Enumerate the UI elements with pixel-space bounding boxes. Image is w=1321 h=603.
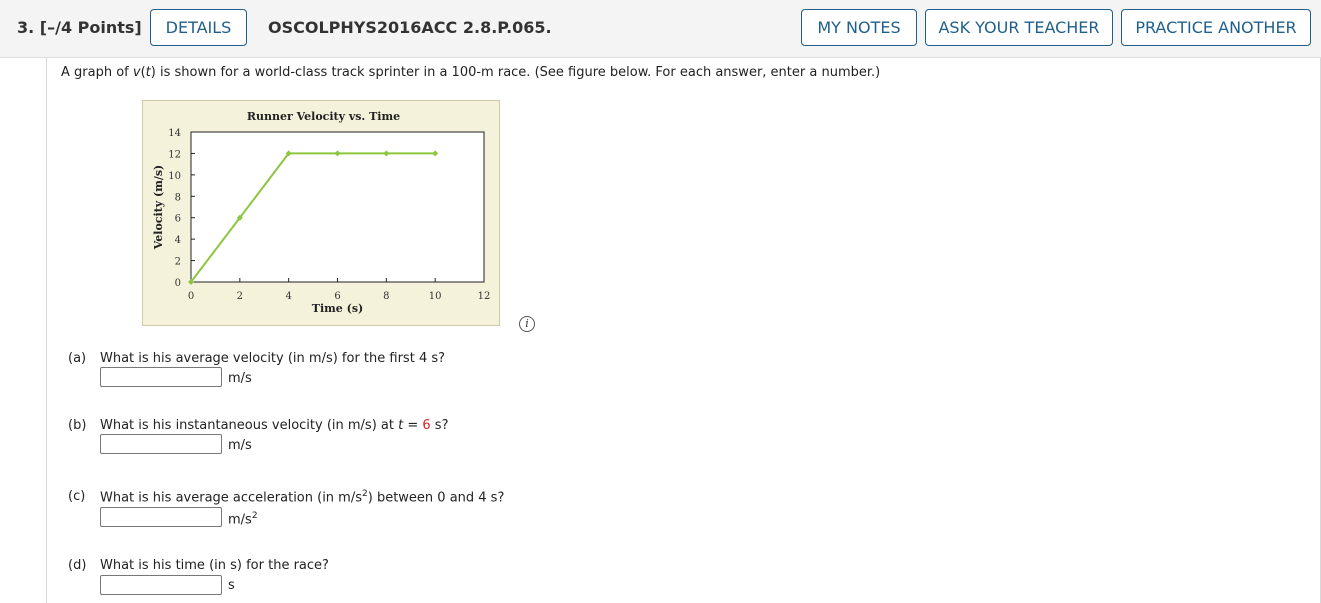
part-a-unit: m/s xyxy=(228,371,252,386)
chart-svg: Runner Velocity vs. Time 0 2 4 6 8 10 12 0 2 4 6 8 10… xyxy=(152,110,491,315)
y-tick-label: 14 xyxy=(168,128,181,139)
part-b-label: (b) xyxy=(68,418,87,433)
practice-another-button[interactable]: PRACTICE ANOTHER xyxy=(1121,9,1311,46)
x-tick-label: 12 xyxy=(478,291,491,302)
x-axis-label: Time (s) xyxy=(312,302,363,315)
question-header: 3. [–/4 Points] DETAILS OSCOLPHYS2016ACC… xyxy=(0,0,1321,58)
y-tick-label: 6 xyxy=(175,214,181,225)
part-b-question: What is his instantaneous velocity (in m… xyxy=(100,418,449,433)
x-tick-label: 4 xyxy=(285,291,291,302)
details-button[interactable]: DETAILS xyxy=(150,9,247,46)
points-label: [–/4 Points] xyxy=(39,18,142,37)
part-a-label: (a) xyxy=(68,351,87,366)
part-c-label: (c) xyxy=(68,489,86,504)
question-intro: A graph of v(t) is shown for a world-cla… xyxy=(61,65,881,80)
part-a-answer-input[interactable] xyxy=(100,367,222,387)
y-tick-label: 4 xyxy=(175,235,181,246)
my-notes-button[interactable]: MY NOTES xyxy=(801,9,917,46)
part-c-unit: m/s2 xyxy=(228,511,258,528)
y-tick-label: 8 xyxy=(175,192,181,203)
x-tick-label: 2 xyxy=(237,291,243,302)
y-tick-label: 2 xyxy=(175,257,181,268)
x-tick-label: 6 xyxy=(334,291,340,302)
part-d-unit: s xyxy=(228,578,235,593)
part-d-answer-input[interactable] xyxy=(100,575,222,595)
y-tick-label: 10 xyxy=(168,171,181,182)
y-axis-label: Velocity (m/s) xyxy=(152,165,165,250)
part-b-unit: m/s xyxy=(228,438,252,453)
part-a-question: What is his average velocity (in m/s) fo… xyxy=(100,351,446,366)
x-tick-label: 0 xyxy=(188,291,194,302)
x-tick-label: 10 xyxy=(429,291,442,302)
y-tick-label: 0 xyxy=(175,278,181,289)
chart-title: Runner Velocity vs. Time xyxy=(247,110,400,123)
question-number: 3. [–/4 Points] xyxy=(17,18,142,37)
part-c-question: What is his average acceleration (in m/s… xyxy=(100,489,505,506)
part-d-question: What is his time (in s) for the race? xyxy=(100,558,329,573)
part-b-answer-input[interactable] xyxy=(100,434,222,454)
problem-code: OSCOLPHYS2016ACC 2.8.P.065. xyxy=(268,18,552,37)
part-c-answer-input[interactable] xyxy=(100,507,222,527)
velocity-time-graph: Runner Velocity vs. Time 0 2 4 6 8 10 12 0 2 4 6 8 10… xyxy=(142,100,500,326)
part-d-label: (d) xyxy=(68,558,87,573)
x-tick-label: 8 xyxy=(383,291,389,302)
info-icon[interactable]: i xyxy=(519,316,535,332)
y-tick-label: 12 xyxy=(168,149,181,160)
ask-your-teacher-button[interactable]: ASK YOUR TEACHER xyxy=(925,9,1113,46)
